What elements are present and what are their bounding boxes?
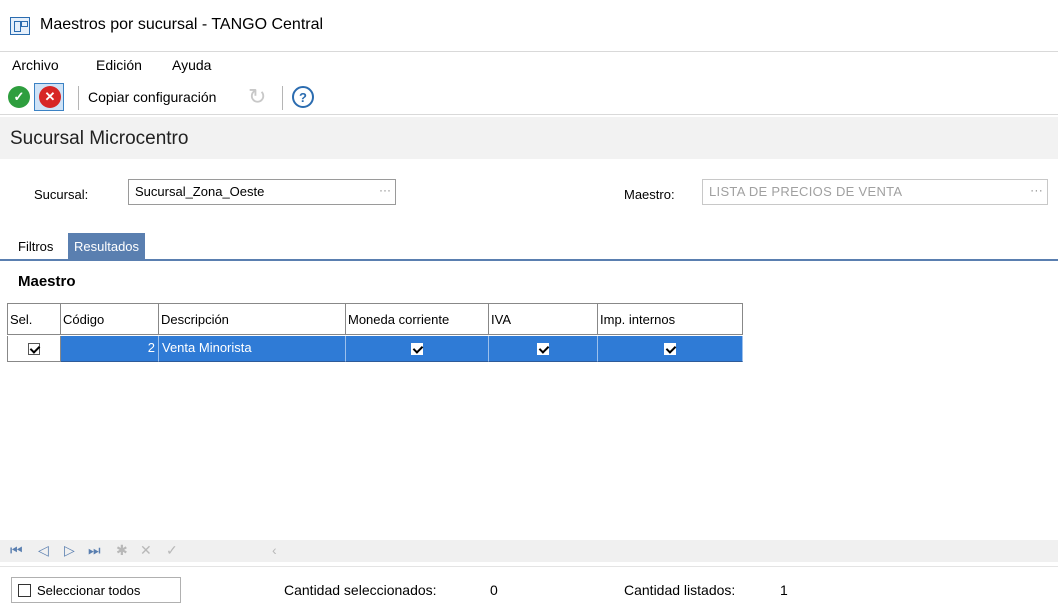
confirm-icon[interactable]: ✓ <box>8 86 30 108</box>
footer: Seleccionar todos Cantidad seleccionados… <box>0 566 1058 608</box>
select-all-label: Seleccionar todos <box>37 582 141 598</box>
cell-descripcion: Venta Minorista <box>159 336 346 362</box>
check-icon <box>664 342 676 355</box>
check-icon <box>28 342 40 355</box>
col-codigo[interactable]: Código <box>61 303 159 335</box>
row-select-checkbox[interactable] <box>7 336 61 362</box>
cell-codigo: 2 <box>61 336 159 362</box>
col-moneda-corriente[interactable]: Moneda corriente <box>346 303 489 335</box>
cell-imp-internos[interactable] <box>598 336 743 362</box>
toolbar-separator <box>78 86 79 110</box>
tab-strip: Filtros Resultados <box>0 229 1058 261</box>
selected-count-value: 0 <box>490 582 498 598</box>
window-title: Maestros por sucursal - TANGO Central <box>40 16 324 33</box>
col-iva[interactable]: IVA <box>489 303 598 335</box>
delete-record-icon: ✕ <box>140 542 152 558</box>
scroll-left-icon[interactable]: ‹ <box>272 542 277 558</box>
toolbar: ✓ ✕ Copiar configuración ↻ ? <box>0 81 1058 115</box>
section-title: Maestro <box>18 273 76 290</box>
copy-config-button[interactable]: Copiar configuración <box>88 89 216 105</box>
cancel-icon: ✕ <box>39 86 61 108</box>
listed-count-label: Cantidad listados: <box>624 582 736 598</box>
sucursal-field[interactable]: Sucursal_Zona_Oeste ··· <box>128 179 396 205</box>
col-sel[interactable]: Sel. <box>7 303 61 335</box>
results-grid: Sel. Código Descripción Moneda corriente… <box>7 303 1057 540</box>
sucursal-value: Sucursal_Zona_Oeste <box>135 184 265 199</box>
menu-bar: Archivo Edición Ayuda <box>0 53 1058 79</box>
cell-iva[interactable] <box>489 336 598 362</box>
prev-record-icon[interactable]: ◁ <box>38 542 49 559</box>
next-record-icon[interactable]: ▷ <box>64 542 75 559</box>
selected-count-label: Cantidad seleccionados: <box>284 582 437 598</box>
table-row[interactable]: 2 Venta Minorista <box>7 336 743 362</box>
ellipsis-icon[interactable]: ··· <box>379 183 391 197</box>
menu-ayuda[interactable]: Ayuda <box>172 57 211 73</box>
first-record-icon[interactable]: ⏮ <box>10 542 23 559</box>
post-record-icon: ✓ <box>166 542 178 558</box>
toolbar-separator <box>282 86 283 110</box>
maestro-label: Maestro: <box>624 187 675 202</box>
maestro-value: LISTA DE PRECIOS DE VENTA <box>709 184 903 199</box>
app-icon <box>10 17 30 35</box>
col-descripcion[interactable]: Descripción <box>159 303 346 335</box>
check-icon <box>411 342 423 355</box>
sucursal-label: Sucursal: <box>34 187 89 202</box>
check-icon <box>537 342 549 355</box>
cell-moneda-corriente[interactable] <box>346 336 489 362</box>
checkbox-icon <box>18 583 31 597</box>
navigator-bar: ⏮ ◁ ▷ ⏭ ✱ ✕ ✓ ‹ <box>0 540 1058 562</box>
select-all-checkbox[interactable]: Seleccionar todos <box>11 577 181 603</box>
maestro-field: LISTA DE PRECIOS DE VENTA ··· <box>702 179 1048 205</box>
tab-filtros[interactable]: Filtros <box>12 233 59 261</box>
col-imp-internos[interactable]: Imp. internos <box>598 303 743 335</box>
help-icon[interactable]: ? <box>292 86 314 108</box>
menu-archivo[interactable]: Archivo <box>12 57 59 73</box>
tab-resultados[interactable]: Resultados <box>68 233 146 261</box>
menu-edicion[interactable]: Edición <box>96 57 142 73</box>
refresh-icon[interactable]: ↻ <box>248 86 266 108</box>
title-bar: Maestros por sucursal - TANGO Central <box>0 0 1058 52</box>
last-record-icon[interactable]: ⏭ <box>88 542 101 559</box>
insert-record-icon: ✱ <box>116 542 128 558</box>
cancel-button[interactable]: ✕ <box>34 83 64 111</box>
page-title: Sucursal Microcentro <box>10 128 189 149</box>
listed-count-value: 1 <box>780 582 788 598</box>
ellipsis-icon: ··· <box>1030 183 1043 197</box>
header-band: Sucursal Microcentro <box>0 117 1058 159</box>
